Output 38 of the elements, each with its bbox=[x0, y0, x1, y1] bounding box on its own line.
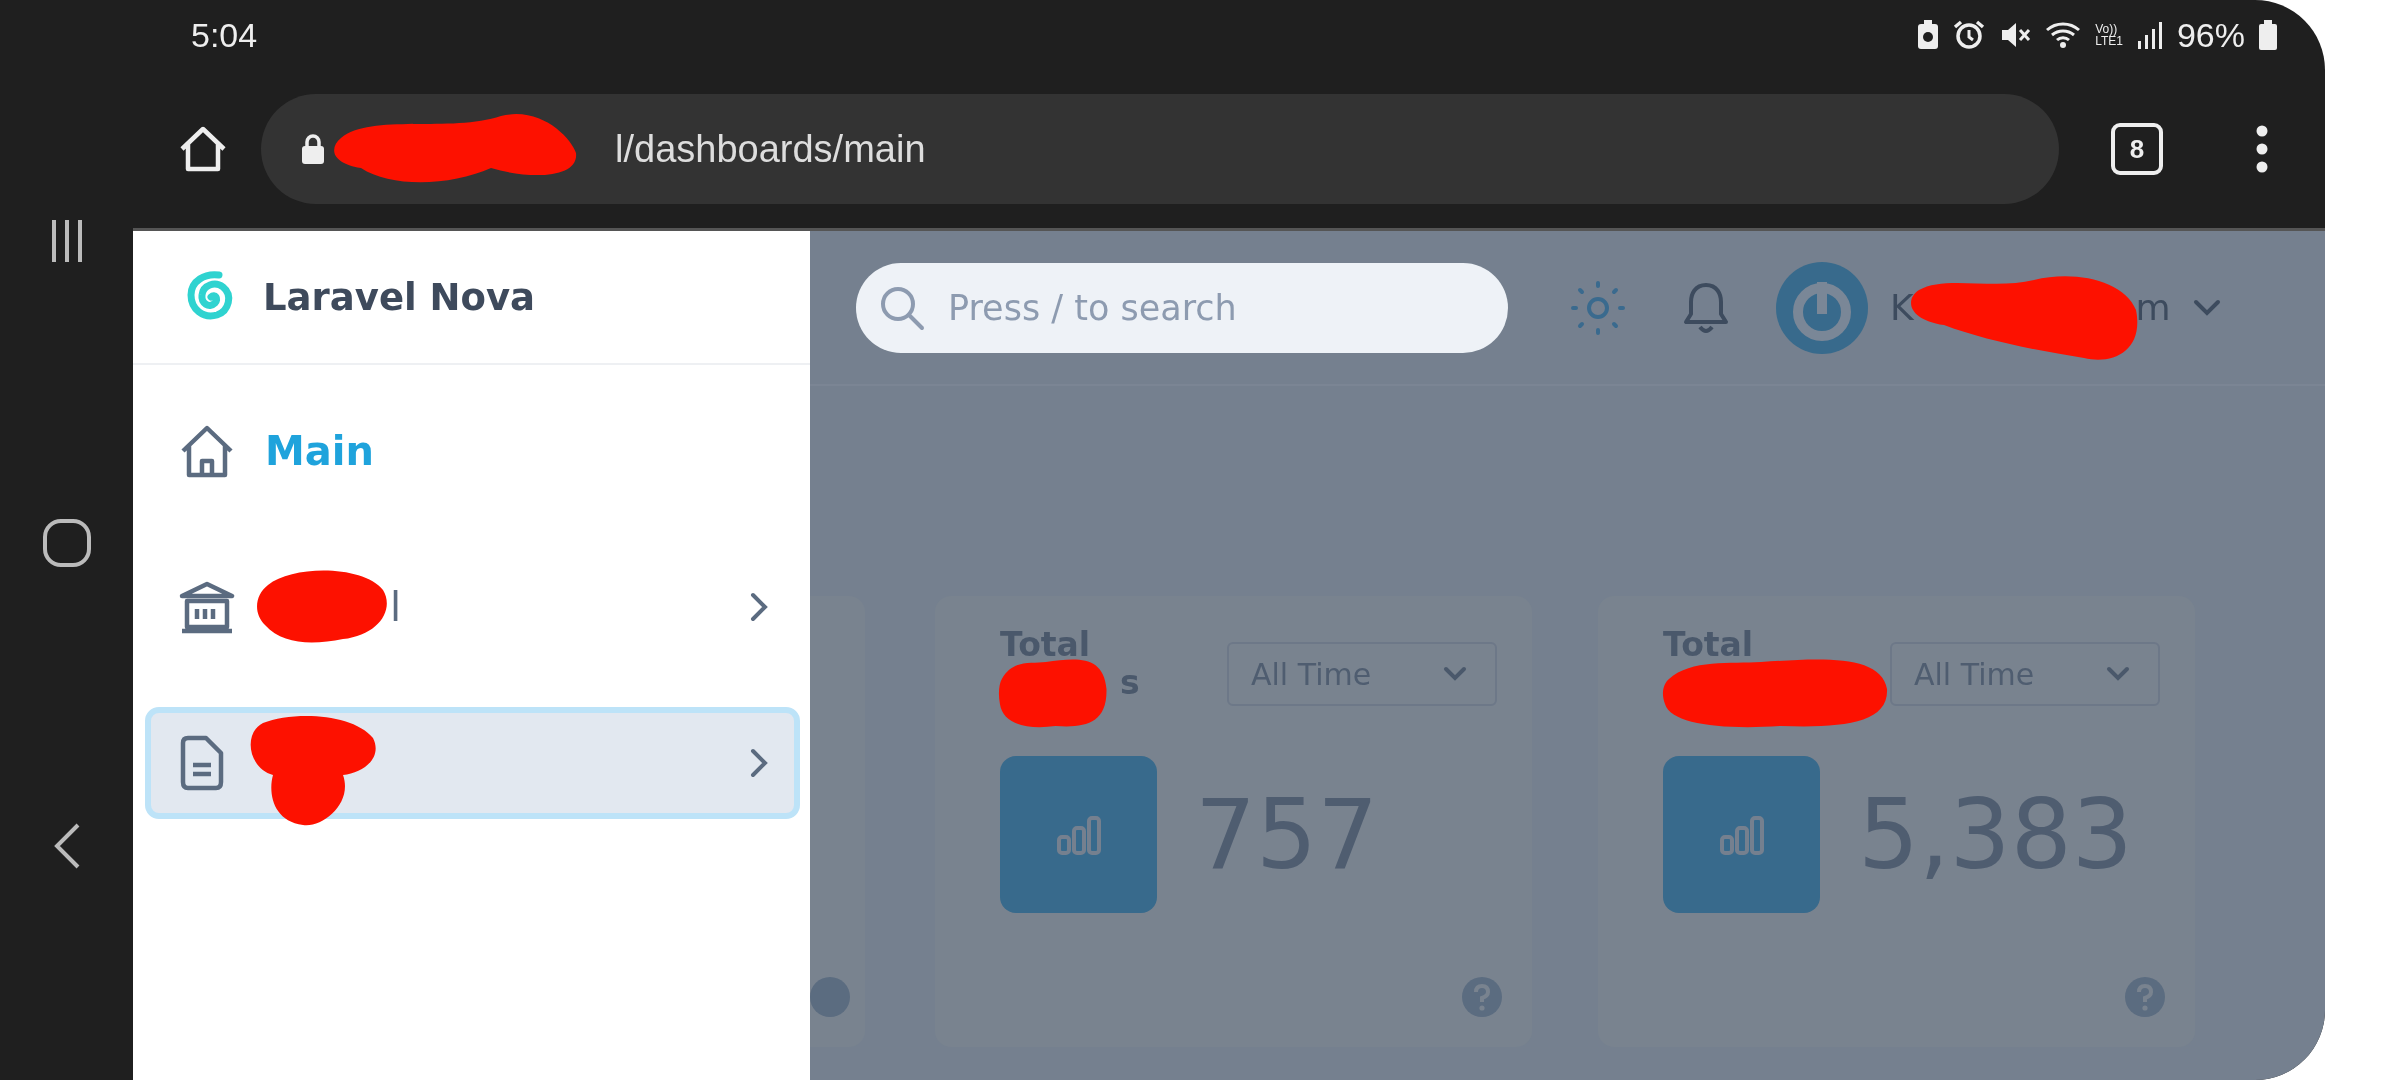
home-key-icon[interactable] bbox=[41, 518, 92, 568]
signal-icon bbox=[2136, 21, 2163, 49]
lock-icon bbox=[301, 134, 325, 164]
chevron-down-icon bbox=[1443, 666, 1467, 682]
chevron-right-icon bbox=[750, 748, 768, 778]
bar-chart-icon bbox=[1718, 814, 1765, 855]
brand-name: Laravel Nova bbox=[263, 275, 535, 319]
sidebar-item[interactable]: l bbox=[145, 551, 800, 663]
sidebar-item[interactable]: Main bbox=[145, 395, 800, 507]
chevron-down-icon bbox=[2106, 666, 2130, 682]
address-bar[interactable]: l/dashboards/main bbox=[261, 94, 2059, 204]
search-bar[interactable]: Press / to search bbox=[856, 262, 1508, 353]
user-name-start: K bbox=[1890, 287, 1914, 328]
chevron-down-icon[interactable] bbox=[2192, 298, 2221, 317]
document-icon bbox=[179, 735, 225, 791]
status-time: 5:04 bbox=[191, 15, 258, 55]
search-input[interactable]: Press / to search bbox=[946, 286, 1470, 329]
tab-count-button[interactable]: 8 bbox=[2111, 123, 2163, 175]
bank-icon bbox=[179, 579, 235, 635]
user-name-end: m bbox=[2135, 287, 2171, 328]
battery-percent: 96% bbox=[2176, 15, 2245, 55]
volte-label: Vo)) bbox=[2095, 23, 2118, 35]
wifi-icon bbox=[2045, 20, 2082, 50]
sun-icon[interactable] bbox=[1570, 279, 1626, 336]
avatar-icon[interactable] bbox=[1776, 261, 1868, 354]
mute-icon bbox=[1999, 20, 2032, 50]
house-icon bbox=[179, 423, 235, 479]
bar-chart-icon bbox=[1055, 814, 1102, 855]
chevron-right-icon bbox=[750, 592, 768, 622]
url-text: l/dashboards/main bbox=[615, 127, 926, 171]
lte-label: LTE1 bbox=[2095, 35, 2123, 47]
alarm-icon bbox=[1953, 20, 1986, 50]
more-menu-icon[interactable] bbox=[2255, 125, 2269, 173]
battery-saver-icon bbox=[1917, 20, 1940, 50]
recent-apps-icon[interactable] bbox=[49, 218, 84, 264]
sidebar-item-label: Main bbox=[265, 428, 374, 474]
sidebar-item-label: l bbox=[390, 584, 402, 630]
battery-icon bbox=[2259, 20, 2277, 50]
